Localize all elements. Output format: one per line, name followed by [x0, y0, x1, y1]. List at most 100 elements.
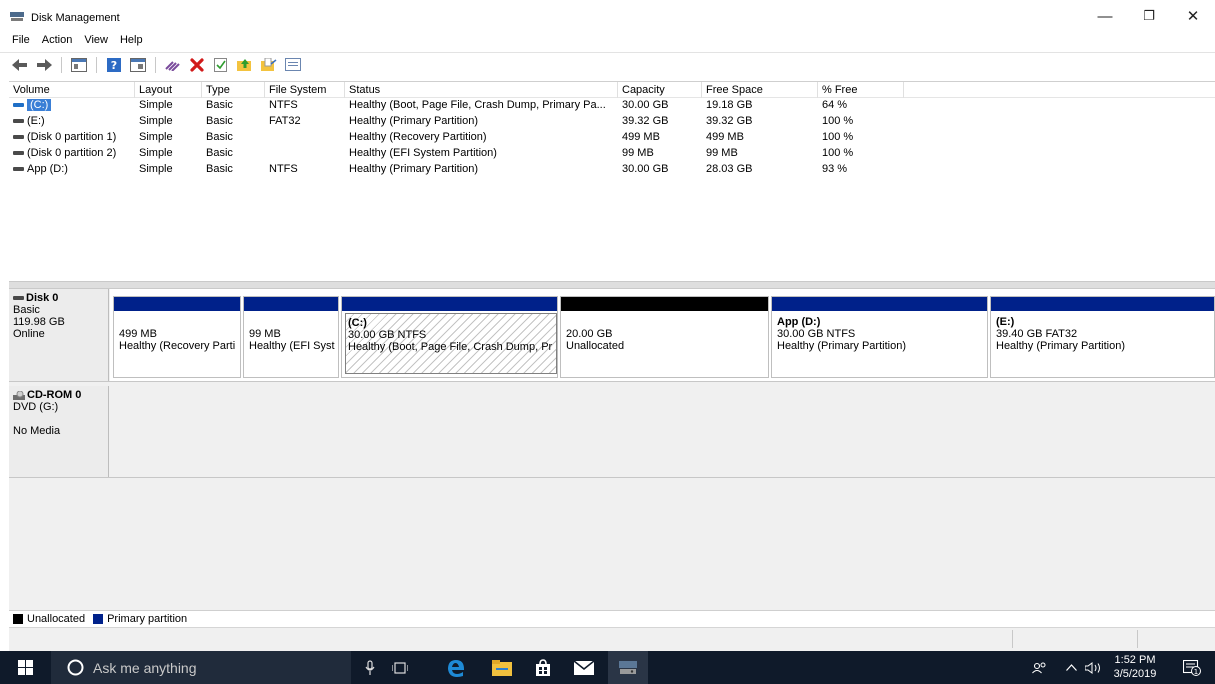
free-space-cell: 19.18 GB — [706, 99, 753, 111]
column-header-file-system[interactable]: File System — [265, 82, 345, 98]
partition-label: App (D:) — [777, 316, 821, 328]
connect-icon[interactable] — [163, 55, 183, 75]
task-view-icon[interactable] — [384, 651, 416, 684]
cd-drive-icon — [13, 390, 25, 400]
table-row[interactable]: (Disk 0 partition 1) Simple Basic Health… — [9, 130, 1215, 146]
partition-c[interactable]: (C:) 30.00 GB NTFS Healthy (Boot, Page F… — [341, 296, 558, 378]
capacity-cell: 499 MB — [622, 131, 660, 143]
check-icon[interactable] — [211, 55, 231, 75]
column-header-filler — [904, 82, 924, 98]
partition-d[interactable]: App (D:) 30.00 GB NTFS Healthy (Primary … — [771, 296, 988, 378]
file-system-cell: NTFS — [269, 163, 298, 175]
cdrom-0-name-line: CD-ROM 0 — [13, 389, 108, 401]
volume-list: Volume Layout Type File System Status Ca… — [9, 81, 1215, 281]
edge-icon[interactable] — [436, 651, 476, 684]
partition-e[interactable]: (E:) 39.40 GB FAT32 Healthy (Primary Par… — [990, 296, 1215, 378]
minimize-button[interactable]: — — [1083, 0, 1127, 32]
volume-icon — [13, 103, 24, 108]
volume-name: (E:) — [27, 115, 45, 127]
store-icon[interactable] — [523, 651, 563, 684]
volume-cell: App (D:) — [9, 162, 135, 178]
volume-speaker-icon[interactable] — [1082, 651, 1106, 684]
pane-splitter[interactable] — [9, 281, 1215, 288]
menu-file[interactable]: File — [6, 32, 36, 50]
partition-size: 20.00 GB — [566, 328, 613, 340]
partition-status: Healthy (Boot, Page File, Crash Dump, Pr — [348, 341, 553, 353]
clock-date: 3/5/2019 — [1113, 668, 1157, 680]
volume-name: App (D:) — [27, 163, 68, 175]
graphical-disk-view: Disk 0 Basic 119.98 GB Online 499 MB Hea… — [9, 288, 1215, 610]
partition-status: Healthy (EFI Syst — [249, 340, 335, 352]
action-center-notification-icon[interactable]: 1 — [1172, 651, 1212, 684]
table-row[interactable]: App (D:) Simple Basic NTFS Healthy (Prim… — [9, 162, 1215, 178]
list-view-icon[interactable] — [128, 55, 148, 75]
status-cell: Healthy (Recovery Partition) — [349, 131, 487, 143]
svg-text:1: 1 — [1194, 668, 1198, 676]
column-header-percent-free[interactable]: % Free — [818, 82, 904, 98]
folder-up-icon[interactable] — [235, 55, 255, 75]
menu-help[interactable]: Help — [114, 32, 149, 50]
type-cell: Basic — [206, 115, 233, 127]
close-button[interactable]: ✕ — [1171, 0, 1215, 32]
window-title: Disk Management — [31, 12, 120, 24]
partition-recovery[interactable]: 499 MB Healthy (Recovery Parti — [113, 296, 241, 378]
partition-unallocated[interactable]: 20.00 GB Unallocated — [560, 296, 769, 378]
column-header-volume[interactable]: Volume — [9, 82, 135, 98]
file-explorer-icon[interactable] — [482, 651, 522, 684]
column-header-status[interactable]: Status — [345, 82, 618, 98]
mail-icon[interactable] — [564, 651, 604, 684]
disk-0-info[interactable]: Disk 0 Basic 119.98 GB Online — [9, 289, 109, 381]
partition-body: 99 MB Healthy (EFI Syst — [247, 313, 338, 374]
back-arrow-icon[interactable] — [10, 55, 30, 75]
column-header-type[interactable]: Type — [202, 82, 265, 98]
percent-free-cell: 100 % — [822, 147, 854, 159]
partition-label: (E:) — [996, 316, 1015, 328]
delete-icon[interactable] — [187, 55, 207, 75]
percent-free-cell: 64 % — [822, 99, 848, 111]
partition-size: 30.00 GB NTFS — [348, 329, 427, 341]
restore-button[interactable]: ❐ — [1127, 0, 1171, 32]
file-system-cell: FAT32 — [269, 115, 301, 127]
layout-cell: Simple — [139, 163, 173, 175]
partition-body: App (D:) 30.00 GB NTFS Healthy (Primary … — [775, 313, 987, 374]
cdrom-0-info[interactable]: CD-ROM 0 DVD (G:) No Media — [9, 386, 109, 477]
table-row[interactable]: (Disk 0 partition 2) Simple Basic Health… — [9, 146, 1215, 162]
volume-icon — [13, 167, 24, 172]
disk-management-app-icon — [10, 12, 24, 21]
partition-efi[interactable]: 99 MB Healthy (EFI Syst — [243, 296, 339, 378]
toolbar-separator — [96, 56, 97, 73]
column-header-layout[interactable]: Layout — [135, 82, 202, 98]
cortana-icon — [67, 659, 84, 676]
taskbar-clock[interactable]: 1:52 PM 3/5/2019 — [1110, 653, 1160, 681]
column-header-capacity[interactable]: Capacity — [618, 82, 702, 98]
help-icon[interactable]: ? — [104, 55, 124, 75]
disk-management-icon[interactable] — [608, 651, 648, 684]
partition-body: (E:) 39.40 GB FAT32 Healthy (Primary Par… — [994, 313, 1214, 374]
show-hidden-icons-chevron-up-icon[interactable] — [1062, 651, 1080, 684]
type-cell: Basic — [206, 99, 233, 111]
volume-name: (Disk 0 partition 1) — [27, 131, 117, 143]
people-icon[interactable] — [1027, 651, 1053, 684]
file-system-cell: NTFS — [269, 99, 298, 111]
status-cell: Healthy (EFI System Partition) — [349, 147, 497, 159]
partition-type-bar — [244, 297, 338, 311]
start-button[interactable] — [0, 651, 50, 684]
properties-icon[interactable] — [283, 55, 303, 75]
free-space-cell: 99 MB — [706, 147, 738, 159]
percent-free-cell: 93 % — [822, 163, 848, 175]
open-folder-icon[interactable] — [259, 55, 279, 75]
table-row[interactable]: (C:) Simple Basic NTFS Healthy (Boot, Pa… — [9, 98, 1215, 114]
menu-view[interactable]: View — [78, 32, 114, 50]
table-row[interactable]: (E:) Simple Basic FAT32 Healthy (Primary… — [9, 114, 1215, 130]
volume-icon — [13, 151, 24, 156]
forward-arrow-icon[interactable] — [34, 55, 54, 75]
legend: Unallocated Primary partition — [9, 610, 1215, 626]
taskbar-search-box[interactable]: Ask me anything — [51, 651, 351, 684]
percent-free-cell: 100 % — [822, 115, 854, 127]
volume-cell: (C:) — [9, 98, 135, 114]
svg-text:?: ? — [111, 59, 117, 72]
column-header-free-space[interactable]: Free Space — [702, 82, 818, 98]
console-tree-icon[interactable] — [69, 55, 89, 75]
menu-action[interactable]: Action — [36, 32, 79, 50]
volume-cell: (Disk 0 partition 1) — [9, 130, 135, 146]
